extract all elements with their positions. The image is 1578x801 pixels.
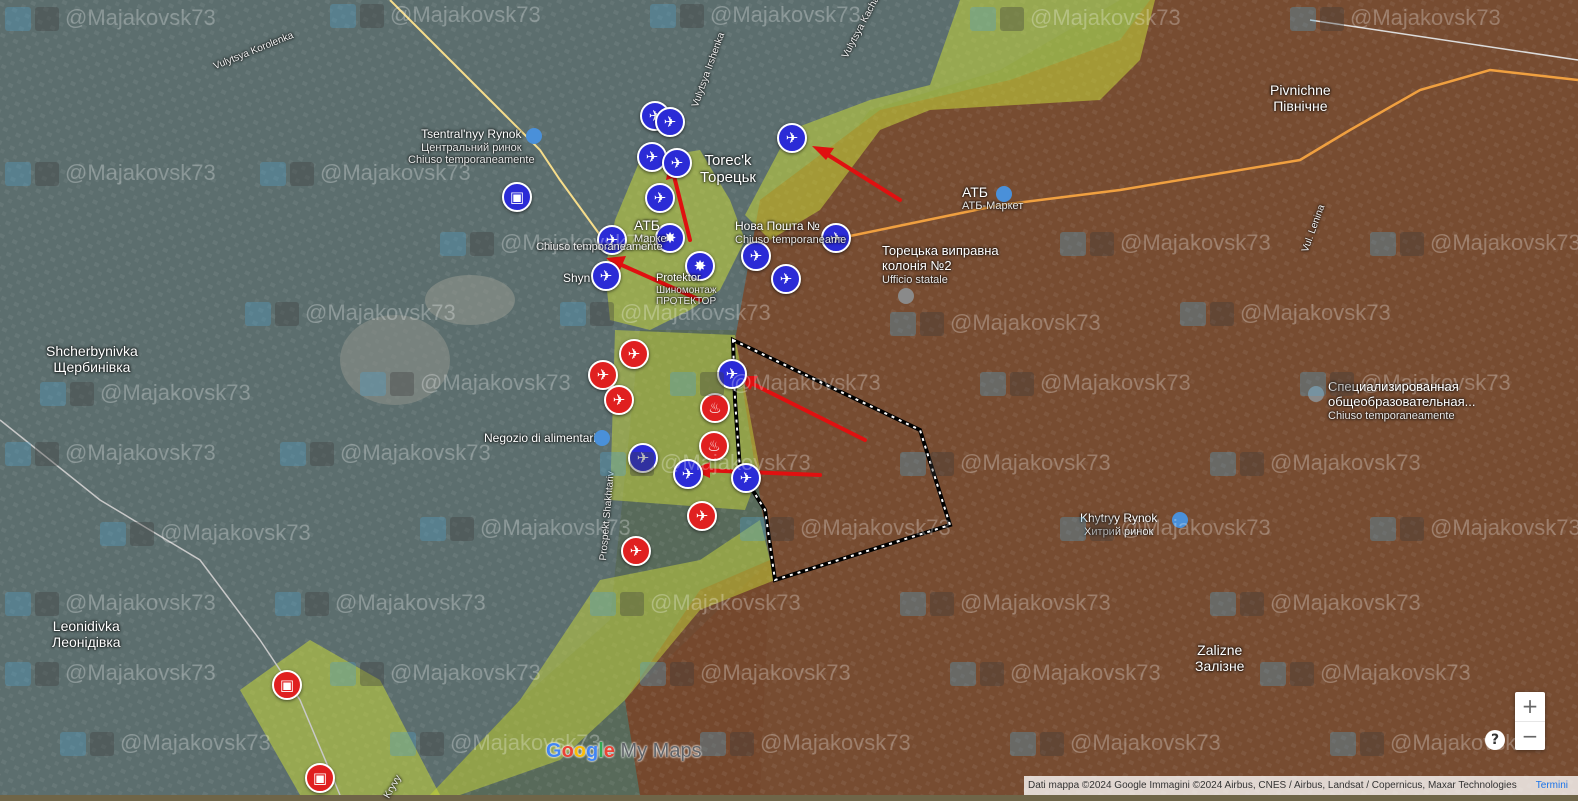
google-my-maps-logo: Google My Maps [546, 740, 702, 762]
poi-status: Chiuso temporaneamente [1328, 409, 1455, 422]
city-name-cyrillic: Торецьк [700, 169, 756, 187]
poi-name: Shyn [563, 271, 591, 285]
tank-marker[interactable]: ▣ [305, 763, 335, 793]
poi-special-school[interactable]: Специализированная общеобразовательная..… [1328, 379, 1476, 423]
fire-marker[interactable]: ♨ [700, 393, 730, 423]
poi-status: Chiuso temporaneamente [408, 154, 535, 167]
city-name-latin: Pivnichne [1270, 82, 1331, 98]
poi-name: Khytryy Rynok [1080, 511, 1158, 525]
poi-shynomontazh[interactable]: Shyn [563, 271, 591, 286]
poi-name: Торецька виправна [882, 243, 999, 258]
poi-central-market[interactable]: Tsentral'nyy Rynok Центральний ринок Chi… [408, 127, 535, 167]
drone-marker[interactable]: ✈ [591, 261, 621, 291]
drone-marker[interactable]: ✈ [645, 183, 675, 213]
city-label-leonidivka: Leonidivka Леонідівка [52, 618, 121, 650]
poi-subtitle: Шиномонтаж [656, 284, 717, 296]
quarry [340, 315, 450, 405]
city-name-latin: Shcherbynivka [46, 343, 138, 359]
aircraft-marker[interactable]: ✈ [777, 123, 807, 153]
tank-marker[interactable]: ▣ [502, 182, 532, 212]
city-label-pivnichne: Pivnichne Північне [1270, 82, 1331, 114]
aircraft-marker[interactable]: ✈ [687, 501, 717, 531]
poi-status: Chiuso temporaneame [735, 233, 847, 246]
aircraft-marker[interactable]: ✈ [604, 385, 634, 415]
city-name-cyrillic: Залізне [1195, 658, 1245, 675]
zoom-in-button[interactable]: + [1515, 692, 1545, 721]
aircraft-marker[interactable]: ✈ [673, 459, 703, 489]
poi-name-line2: колонія №2 [882, 257, 952, 273]
poi-nova-poshta[interactable]: Нова Пошта № Chiuso temporaneame [735, 219, 847, 246]
drone-marker[interactable]: ✈ [655, 107, 685, 137]
poi-shynomontazh-label[interactable]: Protektor Шиномонтаж ПРОТЕКТОР [656, 272, 717, 308]
poi-subtitle: АТБ-Маркет [962, 200, 1024, 213]
city-label-shcherbynivka: Shcherbynivka Щербинівка [46, 343, 138, 375]
city-label-toretsk: Torec'k Торецьк [700, 152, 756, 187]
school-pin-icon[interactable] [1308, 386, 1324, 402]
poi-grocery[interactable]: Negozio di alimentari [484, 431, 597, 446]
my-maps-text: My Maps [620, 740, 702, 762]
help-button[interactable]: ? [1485, 730, 1505, 750]
poi-colony[interactable]: Торецька виправна колонія №2 Ufficio sta… [882, 243, 999, 287]
poi-name: Tsentral'nyy Rynok [421, 127, 522, 141]
poi-subtitle: Центральний ринок [421, 141, 522, 154]
attribution-text: Dati mappa ©2024 Google Immagini ©2024 A… [1028, 780, 1517, 791]
map-attribution: Dati mappa ©2024 Google Immagini ©2024 A… [1024, 776, 1578, 795]
city-name-latin: Zalizne [1197, 642, 1243, 658]
poi-atb-east[interactable]: АТБ АТБ-Маркет [962, 184, 1023, 213]
zoom-control: + − [1515, 692, 1545, 750]
poi-name: Negozio di alimentari [484, 431, 597, 445]
aircraft-marker[interactable]: ✈ [619, 339, 649, 369]
city-name-latin: Leonidivka [52, 618, 120, 634]
poi-name: Нова Пошта № [735, 219, 820, 233]
poi-name: АТБ [634, 217, 660, 233]
terms-link[interactable]: Termini [1536, 776, 1568, 795]
shopping-pin-icon[interactable] [594, 430, 610, 446]
quarry [425, 275, 515, 325]
city-label-zalizne: Zalizne Залізне [1195, 642, 1244, 674]
aircraft-marker[interactable]: ✈ [621, 536, 651, 566]
poi-name: АТБ [962, 184, 988, 200]
zoom-out-button[interactable]: − [1515, 721, 1545, 751]
shopping-pin-icon[interactable] [1172, 512, 1188, 528]
poi-subtitle: Хитрий ринок [1084, 525, 1154, 538]
poi-name: Специализированная [1328, 379, 1459, 394]
shopping-pin-icon[interactable] [526, 128, 542, 144]
aircraft-marker[interactable]: ✈ [731, 463, 761, 493]
shopping-pin-icon[interactable] [996, 186, 1012, 202]
fire-marker[interactable]: ♨ [699, 431, 729, 461]
poi-khytryy-rynok[interactable]: Khytryy Rynok Хитрий ринок [1080, 511, 1158, 538]
poi-name-line2: общеобразовательная... [1328, 393, 1476, 409]
aircraft-marker[interactable]: ✈ [771, 264, 801, 294]
poi-subtitle: Ufficio statale [882, 273, 948, 286]
aircraft-marker[interactable]: ✈ [628, 443, 658, 473]
city-name-latin: Torec'k [704, 152, 752, 169]
city-name-cyrillic: Леонідівка [52, 634, 121, 651]
city-name-cyrillic: Північне [1273, 98, 1328, 115]
drone-marker[interactable]: ✈ [662, 148, 692, 178]
aircraft-marker[interactable]: ✈ [717, 359, 747, 389]
poi-west-market-status: Chiuso temporaneamente [536, 241, 663, 253]
city-name-cyrillic: Щербинівка [53, 359, 131, 376]
tank-marker[interactable]: ▣ [272, 670, 302, 700]
poi-subtitle-2: ПРОТЕКТОР [656, 296, 717, 308]
poi-name-tail: Protektor [656, 272, 701, 284]
government-pin-icon[interactable] [898, 288, 914, 304]
